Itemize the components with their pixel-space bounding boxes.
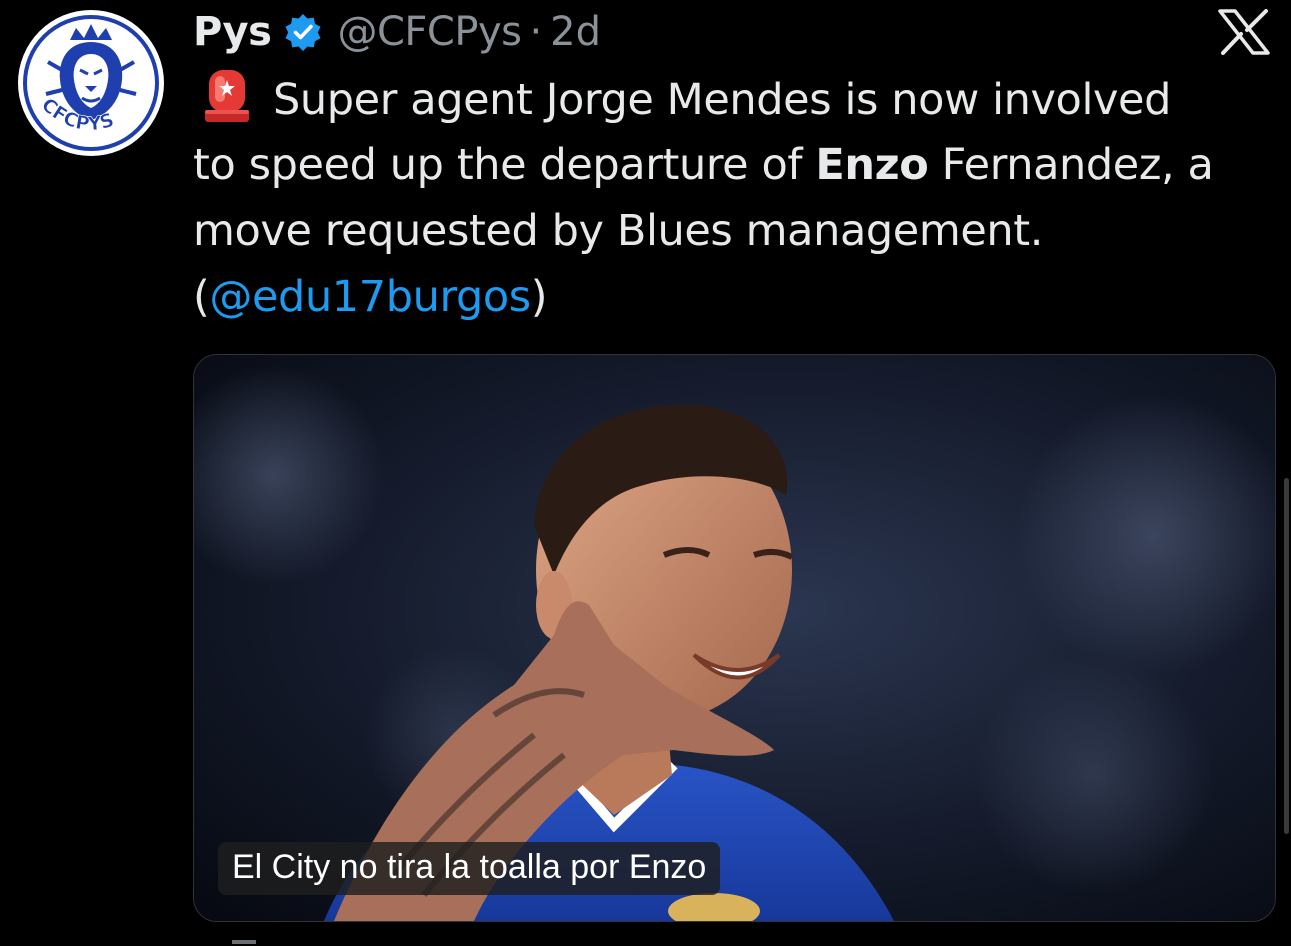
tweet-line-3: move requested by Blues management. (193, 206, 1043, 256)
police-light-emoji-icon (203, 66, 251, 126)
tweet-timestamp[interactable]: 2d (550, 9, 601, 55)
tweet-card[interactable]: CFCPYS Pys @CFCPys · 2d Super agent Jorg… (0, 0, 1291, 946)
bold-highlight: Enzo (815, 140, 929, 190)
tweet-line-1: Super agent Jorge Mendes is now involved (193, 66, 1278, 132)
author-name[interactable]: Pys (193, 9, 272, 55)
verified-badge-icon[interactable] (283, 12, 323, 52)
tweet-line-4: (@edu17burgos) (193, 272, 548, 322)
tweet-header: Pys @CFCPys · 2d (193, 4, 601, 60)
tweet-line-2: to speed up the departure of Enzo Fernan… (193, 140, 1214, 190)
header-separator: · (529, 9, 543, 55)
lion-crest-icon (20, 12, 162, 154)
mention-link[interactable]: @edu17burgos (209, 272, 531, 322)
author-avatar[interactable]: CFCPYS (18, 10, 164, 156)
tweet-media-photo[interactable]: El City no tira la toalla por Enzo (193, 354, 1276, 922)
author-handle[interactable]: @CFCPys (337, 9, 522, 55)
x-logo-icon (1217, 8, 1271, 56)
next-element-edge (232, 940, 256, 944)
tweet-text: Super agent Jorge Mendes is now involved… (193, 66, 1278, 330)
scrollbar[interactable] (1284, 478, 1289, 834)
media-caption: El City no tira la toalla por Enzo (218, 842, 721, 895)
player-photo (194, 355, 1275, 921)
